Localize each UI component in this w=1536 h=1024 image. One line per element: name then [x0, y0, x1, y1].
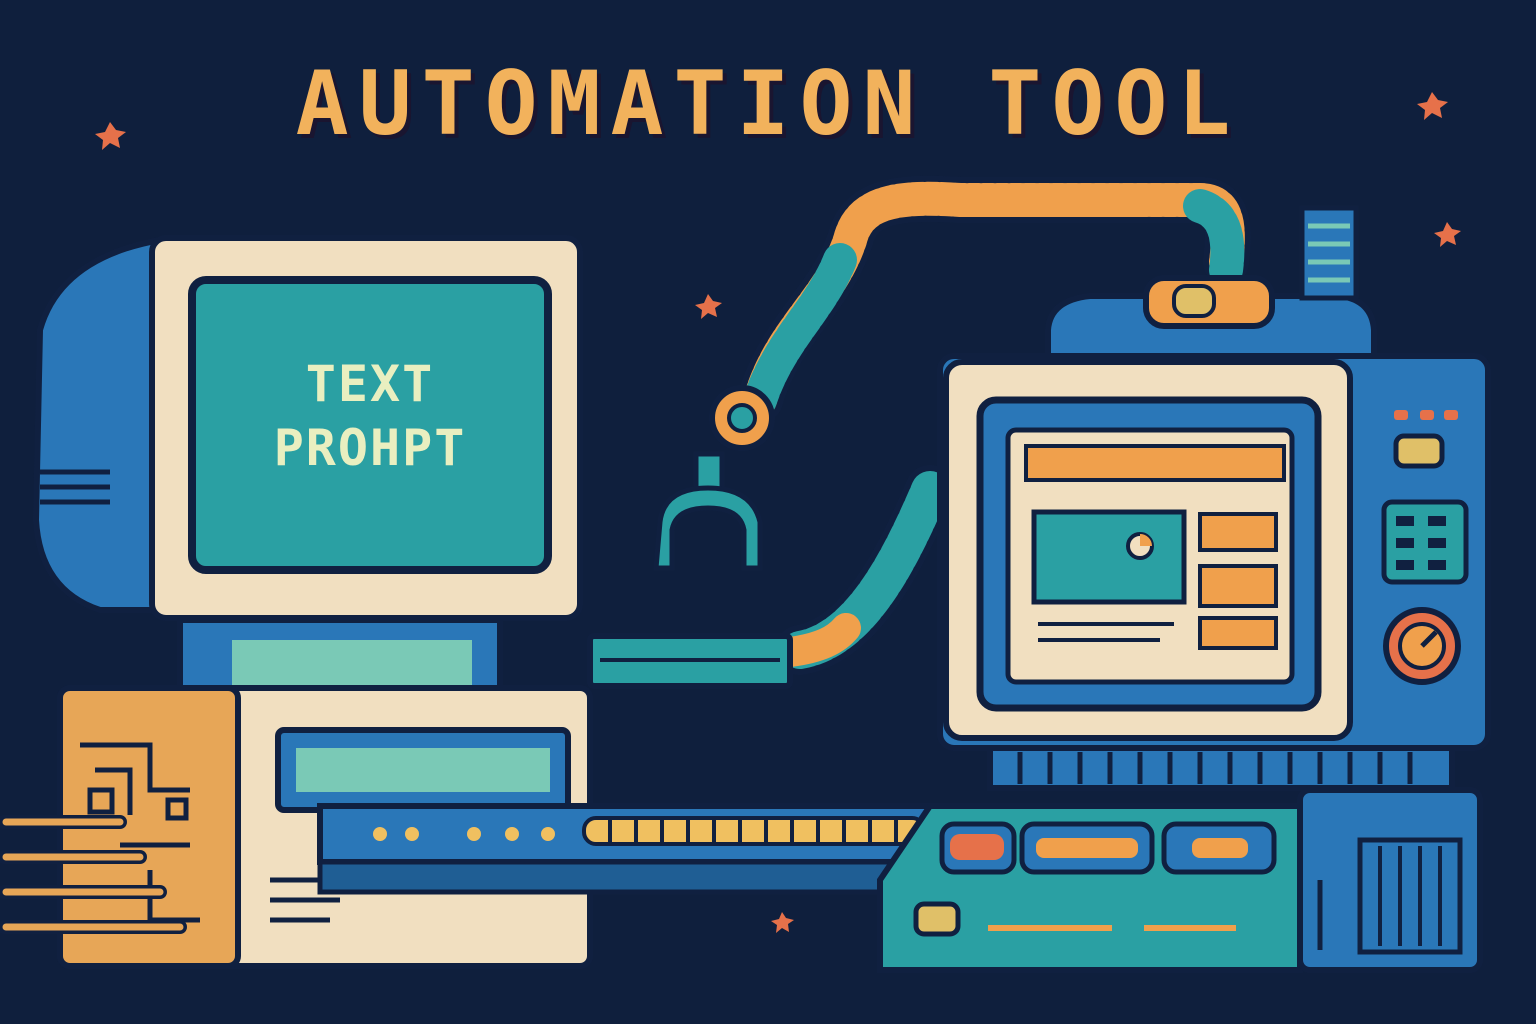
drive-slot-inner: [296, 748, 550, 792]
window-button-1: [1198, 512, 1278, 552]
arm-joint-core: [727, 403, 757, 433]
desk-light: [913, 901, 961, 937]
side-switch: [1393, 433, 1445, 469]
screen-text-line-1: TEXT: [305, 355, 435, 413]
window-title-bar: [1024, 444, 1286, 482]
window-button-2: [1198, 564, 1278, 608]
conveyor-side: [317, 859, 943, 895]
vent-bar: [987, 745, 1455, 791]
conveyor-belt: [317, 803, 943, 895]
screen-text-line-2: PROHPT: [273, 419, 467, 477]
window-image-panel: [1031, 509, 1187, 605]
tower-grille: [1357, 837, 1463, 955]
monitor-neck-highlight: [232, 640, 472, 690]
antenna: [1299, 205, 1359, 301]
page-title: AUTOMATION TOOL: [295, 52, 1241, 155]
monitor-screen-text: TEXT PROHPT: [196, 352, 544, 480]
window-button-3: [1198, 616, 1278, 650]
